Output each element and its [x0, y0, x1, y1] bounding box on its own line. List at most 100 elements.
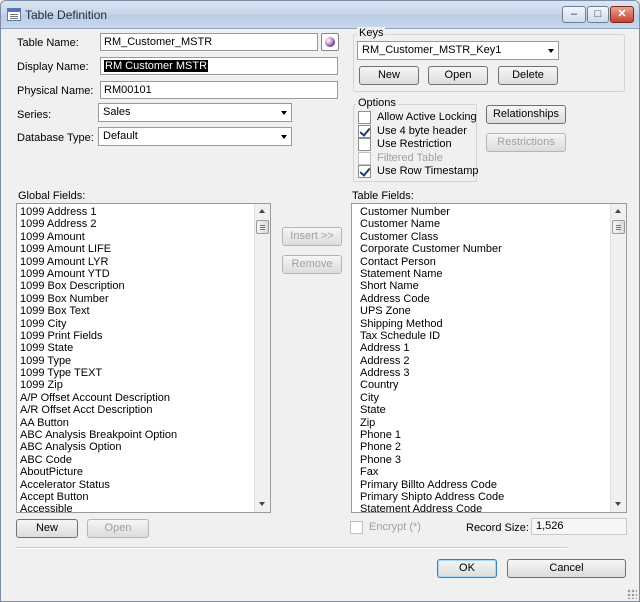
restrictions-button[interactable]: Restrictions	[486, 133, 566, 152]
display-name-field[interactable]: RM Customer MSTR	[100, 57, 338, 75]
checkbox-box	[358, 151, 371, 165]
list-item[interactable]: Fax	[352, 466, 610, 478]
list-item[interactable]: Shipping Method	[352, 318, 610, 330]
checkmark-icon	[358, 165, 371, 178]
option-checkbox[interactable]: Allow Active Locking	[358, 111, 477, 125]
physical-name-field[interactable]: RM00101	[100, 81, 338, 99]
option-checkbox[interactable]: Use Restriction	[358, 138, 476, 152]
scroll-up-icon[interactable]	[611, 204, 626, 219]
list-item[interactable]: Phone 3	[352, 454, 610, 466]
maximize-button[interactable]: □	[587, 6, 609, 23]
list-item[interactable]: AA Button	[17, 417, 254, 429]
list-item[interactable]: State	[352, 404, 610, 416]
list-item[interactable]: ABC Analysis Option	[17, 441, 254, 453]
global-open-button[interactable]: Open	[87, 519, 149, 538]
list-item[interactable]: 1099 Box Text	[17, 305, 254, 317]
cancel-button[interactable]: Cancel	[507, 559, 626, 578]
list-item[interactable]: 1099 Type TEXT	[17, 367, 254, 379]
list-item[interactable]: 1099 Amount YTD	[17, 268, 254, 280]
list-item[interactable]: Customer Name	[352, 218, 610, 230]
scroll-down-icon[interactable]	[611, 497, 626, 512]
list-item[interactable]: ABC Analysis Breakpoint Option	[17, 429, 254, 441]
list-item[interactable]: 1099 Amount LYR	[17, 256, 254, 268]
encrypt-checkbox[interactable]: Encrypt (*)	[350, 521, 460, 535]
key-new-button[interactable]: New	[359, 66, 419, 85]
list-item[interactable]: Zip	[352, 417, 610, 429]
series-dropdown[interactable]: Sales	[98, 103, 292, 122]
list-item[interactable]: Statement Name	[352, 268, 610, 280]
ok-button[interactable]: OK	[437, 559, 497, 578]
scroll-thumb[interactable]	[256, 220, 269, 234]
scroll-up-icon[interactable]	[255, 204, 270, 219]
list-item[interactable]: Short Name	[352, 280, 610, 292]
encrypt-label: Encrypt (*)	[369, 521, 421, 533]
title-bar[interactable]: Table Definition – □ ✕	[1, 1, 639, 29]
global-new-button[interactable]: New	[16, 519, 78, 538]
list-item[interactable]: Accessible	[17, 503, 254, 512]
list-item[interactable]: Tax Schedule ID	[352, 330, 610, 342]
list-item[interactable]: Phone 1	[352, 429, 610, 441]
list-item[interactable]: AboutPicture	[17, 466, 254, 478]
list-item[interactable]: 1099 Amount	[17, 231, 254, 243]
table-fields-label: Table Fields:	[352, 190, 414, 202]
option-checkbox[interactable]: Use Row Timestamp	[358, 165, 478, 179]
list-item[interactable]: Primary Billto Address Code	[352, 479, 610, 491]
resize-grip[interactable]	[627, 589, 637, 599]
insert-button[interactable]: Insert >>	[282, 227, 342, 246]
database-type-dropdown[interactable]: Default	[98, 127, 292, 146]
keys-dropdown[interactable]: RM_Customer_MSTR_Key1	[357, 41, 559, 60]
lookup-button[interactable]	[321, 33, 339, 51]
list-item[interactable]: Address 1	[352, 342, 610, 354]
list-item[interactable]: 1099 Address 1	[17, 206, 254, 218]
list-item[interactable]: Customer Number	[352, 206, 610, 218]
options-group-title: Options	[356, 97, 398, 109]
list-item[interactable]: 1099 State	[17, 342, 254, 354]
list-item[interactable]: ABC Code	[17, 454, 254, 466]
list-item[interactable]: Accelerator Status	[17, 479, 254, 491]
list-item[interactable]: 1099 Address 2	[17, 218, 254, 230]
list-item[interactable]: Statement Address Code	[352, 503, 610, 512]
list-item[interactable]: 1099 Print Fields	[17, 330, 254, 342]
table-definition-window: Table Definition – □ ✕ Table Name: RM_Cu…	[0, 0, 640, 602]
list-item[interactable]: Country	[352, 379, 610, 391]
list-item[interactable]: Accept Button	[17, 491, 254, 503]
list-item[interactable]: 1099 Amount LIFE	[17, 243, 254, 255]
footer-divider	[16, 547, 567, 549]
table-fields-scrollbar[interactable]	[610, 204, 626, 512]
global-fields-scrollbar[interactable]	[254, 204, 270, 512]
list-item[interactable]: Customer Class	[352, 231, 610, 243]
key-open-button[interactable]: Open	[428, 66, 488, 85]
keys-group-title: Keys	[357, 27, 386, 39]
list-item[interactable]: Address 2	[352, 355, 610, 367]
encrypt-checkbox-box	[350, 521, 363, 534]
list-item[interactable]: Corporate Customer Number	[352, 243, 610, 255]
list-item[interactable]: Primary Shipto Address Code	[352, 491, 610, 503]
list-item[interactable]: A/P Offset Account Description	[17, 392, 254, 404]
close-button[interactable]: ✕	[610, 6, 634, 23]
list-item[interactable]: Contact Person	[352, 256, 610, 268]
series-value: Sales	[103, 106, 131, 118]
list-item[interactable]: 1099 Box Description	[17, 280, 254, 292]
scroll-thumb[interactable]	[612, 220, 625, 234]
list-item[interactable]: 1099 Box Number	[17, 293, 254, 305]
list-item[interactable]: Address 3	[352, 367, 610, 379]
list-item[interactable]: City	[352, 392, 610, 404]
lookup-icon	[325, 37, 335, 47]
remove-button[interactable]: Remove	[282, 255, 342, 274]
list-item[interactable]: A/R Offset Acct Description	[17, 404, 254, 416]
list-item[interactable]: 1099 Zip	[17, 379, 254, 391]
list-item[interactable]: Phone 2	[352, 441, 610, 453]
list-item[interactable]: UPS Zone	[352, 305, 610, 317]
table-fields-list[interactable]: Customer Number Customer Name Customer Cla…	[351, 203, 627, 513]
list-item[interactable]: 1099 City	[17, 318, 254, 330]
global-fields-list[interactable]: 1099 Address 1 1099 Address 2 1099 Amount 1…	[16, 203, 271, 513]
key-delete-button[interactable]: Delete	[498, 66, 558, 85]
minimize-button[interactable]: –	[562, 6, 586, 23]
list-item[interactable]: 1099 Type	[17, 355, 254, 367]
scroll-down-icon[interactable]	[255, 497, 270, 512]
list-item[interactable]: Address Code	[352, 293, 610, 305]
relationships-button[interactable]: Relationships	[486, 105, 566, 124]
chevron-down-icon	[281, 135, 287, 139]
option-checkbox[interactable]: Use 4 byte header	[358, 124, 476, 139]
table-name-field[interactable]: RM_Customer_MSTR	[100, 33, 318, 51]
